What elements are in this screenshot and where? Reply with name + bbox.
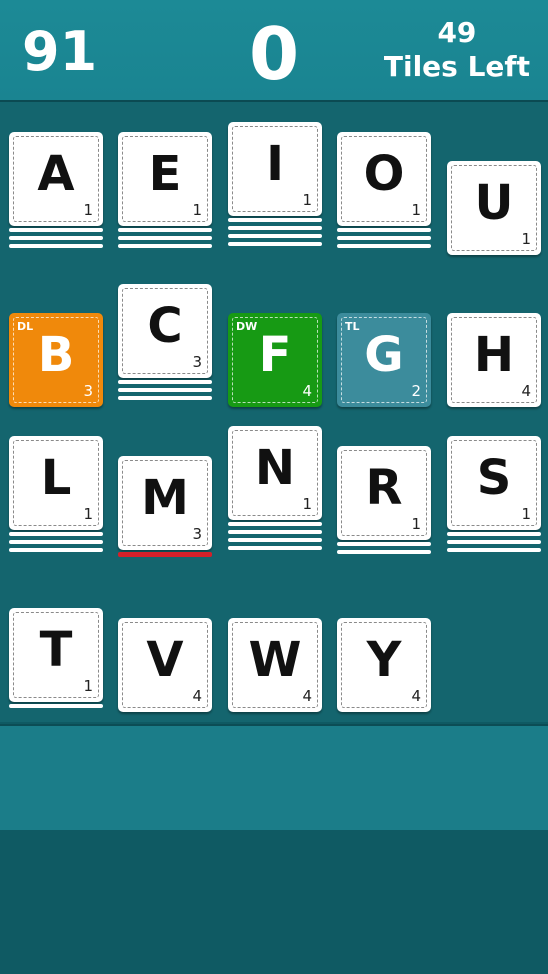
tile-board: A 1 E 1 I 1 O 1 U 1 DL B 3 C 3 DW F 4 TL…	[0, 102, 548, 722]
tile-letter: G	[364, 327, 404, 383]
tile-points: 1	[192, 201, 202, 219]
tile-letter: V	[146, 632, 184, 688]
score-header: 91 0 49 Tiles Left	[0, 0, 548, 102]
tile-letter: I	[266, 136, 284, 192]
tile-points: 4	[411, 687, 421, 705]
stack-layer	[9, 228, 103, 232]
tiles-left-label: Tiles Left	[383, 50, 530, 83]
letter-tile[interactable]: I 1	[228, 122, 322, 216]
stack-layer	[118, 396, 212, 400]
letter-tile[interactable]: A 1	[9, 132, 103, 226]
tile-points: 1	[83, 505, 93, 523]
letter-tile[interactable]: W 4	[228, 618, 322, 712]
bottom-panel	[0, 830, 548, 974]
tile-points: 3	[83, 382, 93, 400]
tile-points: 1	[83, 201, 93, 219]
letter-tile-triple-letter[interactable]: TL G 2	[337, 313, 431, 407]
tile-letter: E	[148, 146, 182, 202]
tile-letter: S	[476, 450, 512, 506]
letter-tile[interactable]: V 4	[118, 618, 212, 712]
tiles-left: 49 Tiles Left	[384, 16, 530, 84]
tile-points: 1	[521, 230, 531, 248]
tile-points: 3	[192, 353, 202, 371]
tile-letter: M	[141, 470, 189, 526]
tile-letter: L	[40, 450, 72, 506]
stack-layer	[9, 540, 103, 544]
tile-letter: H	[473, 327, 515, 383]
stack-layer	[228, 242, 322, 246]
tile-letter: C	[147, 298, 183, 354]
letter-tile[interactable]: L 1	[9, 436, 103, 530]
stack-layer	[118, 244, 212, 248]
letter-tile[interactable]: H 4	[447, 313, 541, 407]
stack-layer	[337, 236, 431, 240]
tile-points: 4	[192, 687, 202, 705]
letter-tile[interactable]: Y 4	[337, 618, 431, 712]
stack-layer	[228, 522, 322, 526]
tile-points: 1	[521, 505, 531, 523]
tile-points: 1	[83, 677, 93, 695]
tile-letter: B	[37, 327, 75, 383]
stack-layer	[337, 550, 431, 554]
letter-tile[interactable]: C 3	[118, 284, 212, 378]
letter-tile[interactable]: T 1	[9, 608, 103, 702]
tile-letter: W	[248, 632, 302, 688]
tile-letter: N	[254, 440, 296, 496]
stack-layer	[228, 234, 322, 238]
letter-tile[interactable]: E 1	[118, 132, 212, 226]
letter-tile[interactable]: R 1	[337, 446, 431, 540]
letter-tile-double-word[interactable]: DW F 4	[228, 313, 322, 407]
stack-layer	[228, 226, 322, 230]
stack-layer	[9, 532, 103, 536]
tile-letter: F	[258, 327, 292, 383]
tile-points: 2	[411, 382, 421, 400]
tile-letter: Y	[366, 632, 402, 688]
tile-letter: T	[39, 622, 73, 678]
tile-points: 1	[411, 201, 421, 219]
stack-layer	[447, 548, 541, 552]
stack-layer	[118, 236, 212, 240]
stack-layer	[228, 530, 322, 534]
letter-tile[interactable]: O 1	[337, 132, 431, 226]
tile-points: 4	[521, 382, 531, 400]
stack-layer	[9, 548, 103, 552]
stack-layer	[337, 244, 431, 248]
stack-layer	[228, 218, 322, 222]
stack-layer	[118, 228, 212, 232]
tile-points: 1	[302, 495, 312, 513]
stack-layer	[228, 538, 322, 542]
stack-layer	[118, 388, 212, 392]
tile-letter: A	[37, 146, 75, 202]
letter-tile[interactable]: S 1	[447, 436, 541, 530]
tile-points: 1	[411, 515, 421, 533]
tiles-left-count: 49	[437, 16, 477, 49]
stack-layer	[337, 228, 431, 232]
tile-letter: U	[474, 175, 514, 231]
tile-points: 3	[192, 525, 202, 543]
tile-points: 1	[302, 191, 312, 209]
stack-layer	[9, 244, 103, 248]
letter-tile-double-letter[interactable]: DL B 3	[9, 313, 103, 407]
stack-layer	[118, 380, 212, 384]
stack-layer	[447, 540, 541, 544]
tile-letter: O	[363, 146, 405, 202]
letter-tile[interactable]: M 3	[118, 456, 212, 550]
stack-layer	[228, 546, 322, 550]
tile-points: 4	[302, 687, 312, 705]
stack-layer	[9, 236, 103, 240]
letter-tile[interactable]: N 1	[228, 426, 322, 520]
word-tray[interactable]	[0, 724, 548, 832]
stack-layer	[9, 704, 103, 708]
stack-layer	[447, 532, 541, 536]
tile-letter: R	[365, 460, 403, 516]
tile-points: 4	[302, 382, 312, 400]
letter-tile[interactable]: U 1	[447, 161, 541, 255]
selected-underline	[118, 552, 212, 557]
stack-layer	[337, 542, 431, 546]
